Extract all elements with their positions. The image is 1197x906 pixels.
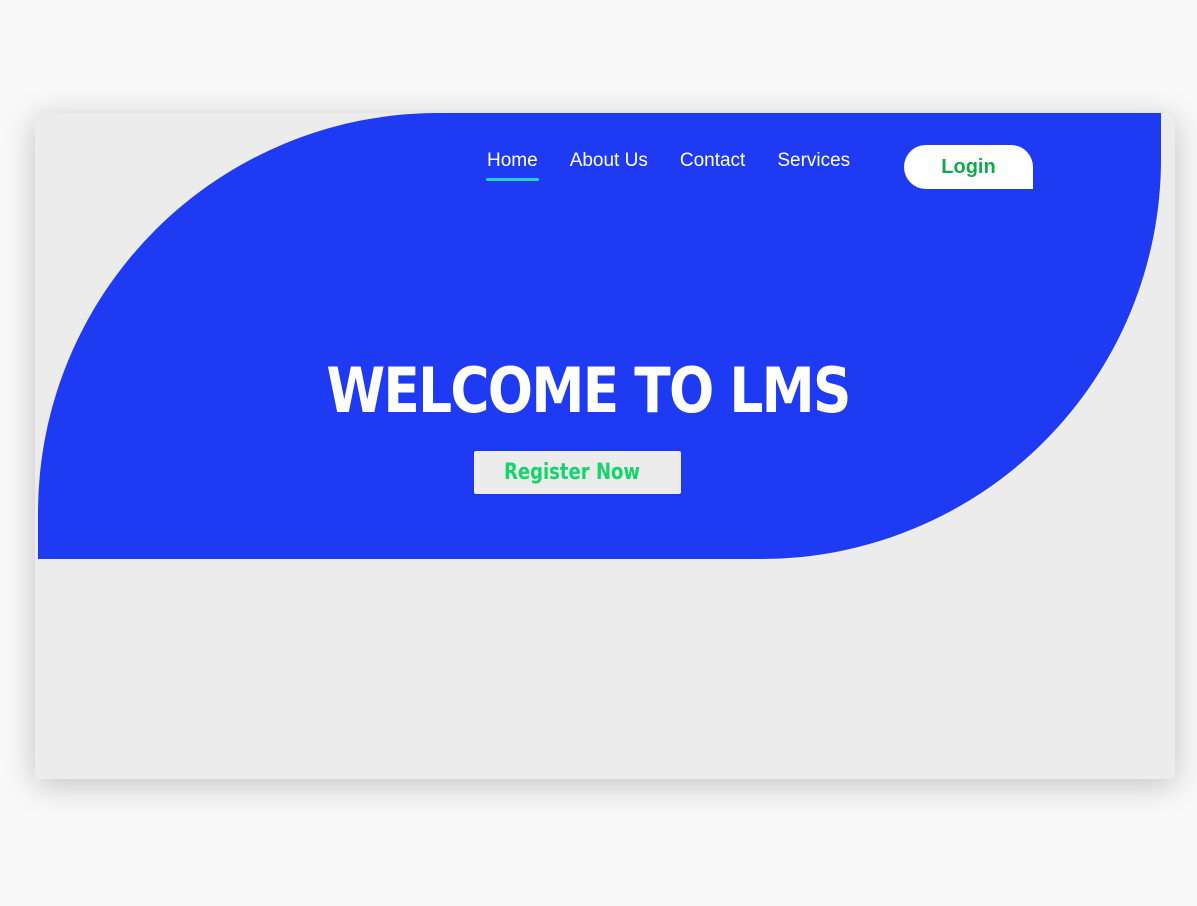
main-nav: Home About Us Contact Services <box>486 149 850 181</box>
register-now-button[interactable]: Register Now <box>474 451 681 494</box>
nav-link-contact[interactable]: Contact <box>680 149 745 173</box>
register-now-label: Register Now <box>504 460 641 485</box>
hero-title: WELCOME TO LMS <box>326 354 851 427</box>
login-button[interactable]: Login <box>904 145 1033 189</box>
nav-link-about-us[interactable]: About Us <box>570 149 648 173</box>
nav-link-services[interactable]: Services <box>777 149 850 173</box>
nav-link-home[interactable]: Home <box>486 149 539 181</box>
landing-card: Home About Us Contact Services Login WEL… <box>35 113 1175 779</box>
